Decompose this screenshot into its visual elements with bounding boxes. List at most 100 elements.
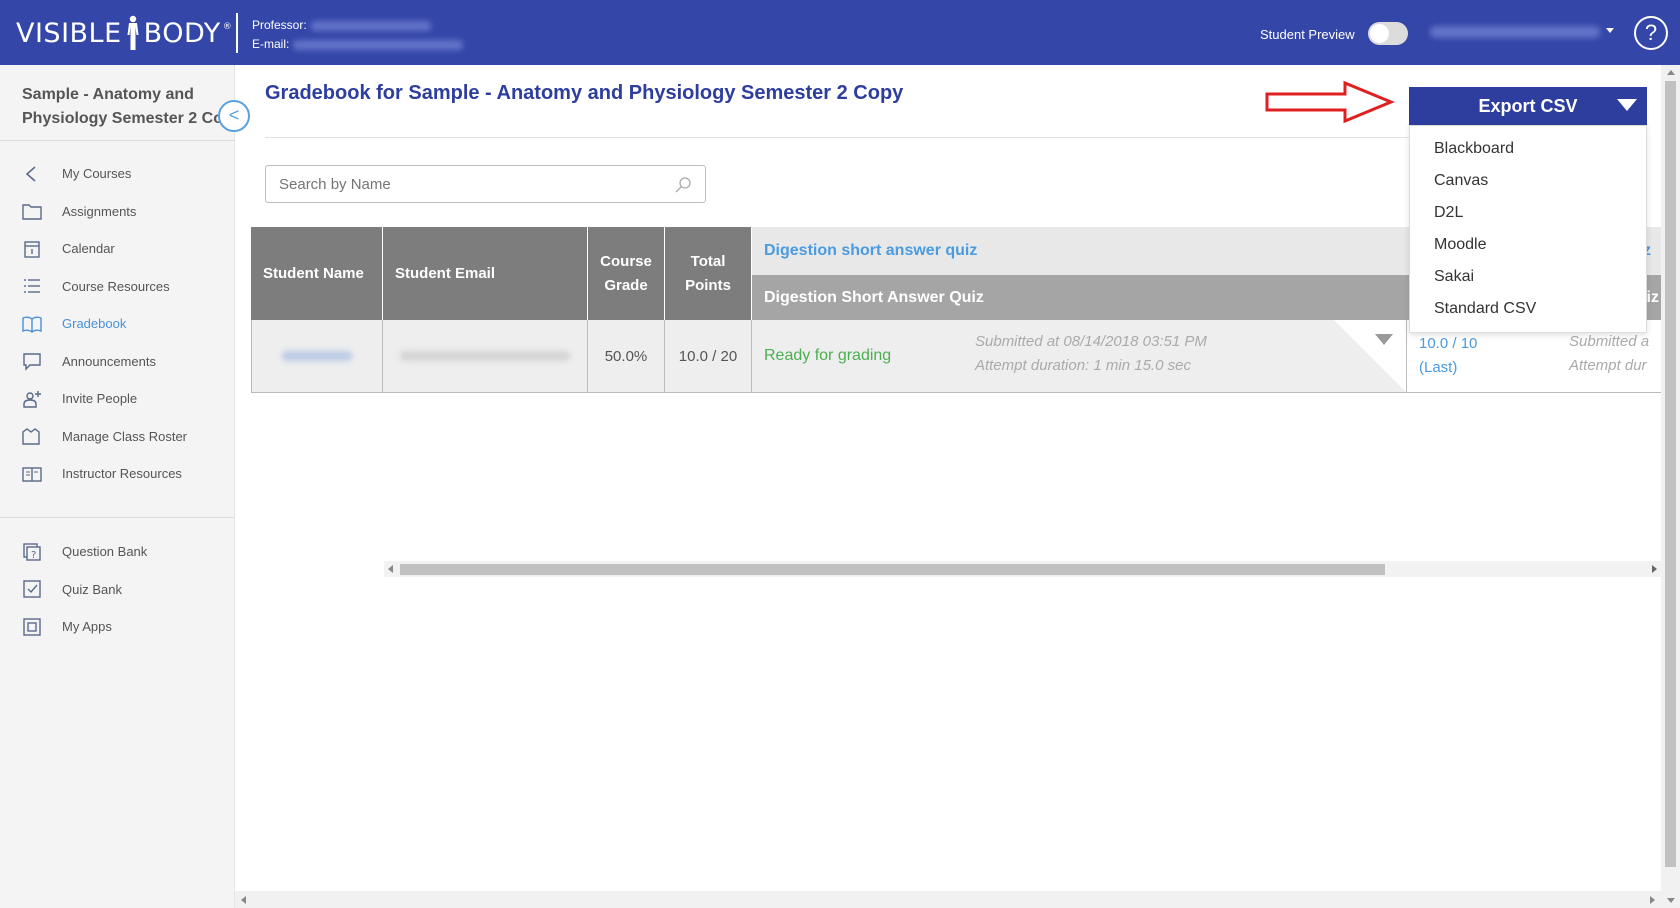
sidebar-item-label: Invite People bbox=[62, 391, 138, 407]
page-scroll-right-arrow-icon[interactable] bbox=[1650, 896, 1655, 904]
course-title-line1: Sample - Anatomy and bbox=[22, 86, 194, 103]
professor-label: Professor: bbox=[252, 18, 307, 32]
cell-menu-caret-icon[interactable] bbox=[1375, 334, 1393, 345]
quiz1-score-cell[interactable]: Ready for grading Submitted at 08/14/201… bbox=[752, 320, 1407, 393]
page-scroll-thumb[interactable] bbox=[1665, 81, 1676, 867]
visible-body-logo[interactable]: VISIBLE BODY ® bbox=[16, 14, 232, 52]
svg-text:?: ? bbox=[31, 550, 36, 561]
scroll-right-arrow-icon[interactable] bbox=[1652, 565, 1657, 573]
sidebar-item-label: Gradebook bbox=[62, 316, 127, 332]
professor-info: Professor: E-mail: bbox=[252, 16, 464, 54]
export-csv-label: Export CSV bbox=[1478, 95, 1578, 116]
user-menu-caret-icon[interactable] bbox=[1606, 28, 1614, 33]
apps-icon bbox=[20, 617, 44, 637]
sidebar-item-my-courses[interactable]: My Courses bbox=[0, 155, 235, 193]
redacted-professor-email bbox=[293, 39, 464, 50]
toggle-knob bbox=[1370, 24, 1389, 43]
question-bank-icon: ? bbox=[20, 542, 44, 562]
sidebar-item-question-bank[interactable]: ? Question Bank bbox=[0, 533, 235, 571]
quiz2-submission-info: Submitted a Attempt dur bbox=[1569, 330, 1649, 378]
sidebar-item-label: Course Resources bbox=[62, 278, 170, 294]
submitted-at: Submitted at 08/14/2018 03:51 PM bbox=[975, 333, 1207, 350]
export-option-blackboard[interactable]: Blackboard bbox=[1410, 133, 1646, 165]
sidebar-item-label: My Courses bbox=[62, 166, 132, 182]
sidebar-item-invite-people[interactable]: Invite People bbox=[0, 380, 235, 418]
redacted-student-email bbox=[400, 351, 570, 361]
folder-icon bbox=[20, 201, 44, 221]
export-option-canvas[interactable]: Canvas bbox=[1410, 165, 1646, 197]
sidebar-item-assignments[interactable]: Assignments bbox=[0, 193, 235, 231]
scroll-thumb[interactable] bbox=[400, 564, 1385, 575]
student-name-cell[interactable] bbox=[251, 320, 383, 393]
total-points-cell: 10.0 / 20 bbox=[665, 320, 752, 393]
export-option-moodle[interactable]: Moodle bbox=[1410, 229, 1646, 261]
sidebar-item-instructor-resources[interactable]: Instructor Resources bbox=[0, 455, 235, 493]
quiz2-attempt-label: (Last) bbox=[1419, 359, 1458, 376]
collapse-sidebar-button[interactable]: < bbox=[218, 100, 250, 132]
header-divider bbox=[236, 13, 238, 53]
roster-icon bbox=[20, 426, 44, 446]
logo-text-left: VISIBLE bbox=[16, 17, 122, 49]
checkbox-icon bbox=[20, 579, 44, 599]
student-preview-label: Student Preview bbox=[1260, 27, 1355, 42]
export-csv-button[interactable]: Export CSV bbox=[1409, 87, 1647, 125]
title-divider bbox=[265, 137, 1415, 138]
top-bar: VISIBLE BODY ® Professor: E-mail: Studen… bbox=[0, 0, 1680, 65]
scroll-left-arrow-icon[interactable] bbox=[388, 565, 393, 573]
page-scroll-left-arrow-icon[interactable] bbox=[241, 896, 246, 904]
quiz2-score-value: 10.0 / 10 bbox=[1419, 335, 1478, 352]
page-vertical-scrollbar[interactable] bbox=[1661, 65, 1680, 908]
quiz-group-link[interactable]: Digestion short answer quiz bbox=[752, 227, 1407, 275]
chevron-down-icon bbox=[1617, 99, 1637, 111]
header-student-email[interactable]: Student Email bbox=[383, 227, 588, 320]
add-person-icon bbox=[20, 389, 44, 409]
quiz-name-header: Digestion Short Answer Quiz bbox=[752, 275, 1407, 320]
export-option-standard-csv[interactable]: Standard CSV bbox=[1410, 293, 1646, 325]
page-horizontal-scrollbar[interactable] bbox=[235, 891, 1661, 908]
logo-text-right: BODY bbox=[143, 17, 221, 49]
attempt-duration: Attempt duration: 1 min 15.0 sec bbox=[975, 357, 1191, 374]
submission-info: Submitted at 08/14/2018 03:51 PM Attempt… bbox=[975, 330, 1207, 378]
cell-corner-fold bbox=[1334, 320, 1406, 392]
help-icon[interactable]: ? bbox=[1634, 16, 1668, 50]
sidebar-item-announcements[interactable]: Announcements bbox=[0, 343, 235, 381]
search-box[interactable] bbox=[265, 165, 706, 203]
red-arrow-annotation bbox=[1265, 80, 1395, 124]
header-course-grade[interactable]: Course Grade bbox=[588, 227, 665, 320]
header-total-points[interactable]: Total Points bbox=[665, 227, 752, 320]
export-csv-menu: Blackboard Canvas D2L Moodle Sakai Stand… bbox=[1409, 125, 1647, 333]
sidebar-item-manage-class-roster[interactable]: Manage Class Roster bbox=[0, 418, 235, 456]
sidebar-item-label: Manage Class Roster bbox=[62, 428, 187, 444]
search-input[interactable] bbox=[279, 175, 639, 193]
ready-for-grading-status[interactable]: Ready for grading bbox=[764, 347, 891, 365]
sidebar-item-label: Instructor Resources bbox=[62, 466, 182, 482]
header-student-name[interactable]: Student Name bbox=[251, 227, 383, 320]
student-preview-toggle[interactable] bbox=[1368, 22, 1408, 45]
sidebar-divider bbox=[0, 140, 235, 141]
sidebar-divider bbox=[0, 517, 235, 518]
sidebar-item-calendar[interactable]: Calendar bbox=[0, 230, 235, 268]
scroll-down-arrow-icon[interactable] bbox=[1667, 898, 1675, 903]
redacted-student-name bbox=[282, 351, 352, 361]
sidebar-item-gradebook[interactable]: Gradebook bbox=[0, 305, 235, 343]
scroll-up-arrow-icon[interactable] bbox=[1667, 70, 1675, 75]
redacted-user-menu[interactable] bbox=[1430, 26, 1600, 38]
export-option-sakai[interactable]: Sakai bbox=[1410, 261, 1646, 293]
body-figure-icon bbox=[127, 15, 139, 50]
list-icon bbox=[20, 276, 44, 296]
search-icon[interactable] bbox=[673, 175, 693, 195]
sidebar: Sample - Anatomy and Physiology Semester… bbox=[0, 65, 235, 908]
registered-mark: ® bbox=[222, 22, 233, 32]
total-points-line2: Points bbox=[685, 276, 731, 294]
sidebar-item-label: Quiz Bank bbox=[62, 581, 122, 597]
sidebar-item-quiz-bank[interactable]: Quiz Bank bbox=[0, 571, 235, 609]
sidebar-item-label: Announcements bbox=[62, 353, 156, 369]
quiz2-score[interactable]: 10.0 / 10 (Last) bbox=[1419, 332, 1477, 380]
student-email-cell bbox=[383, 320, 588, 393]
sidebar-item-course-resources[interactable]: Course Resources bbox=[0, 268, 235, 306]
sidebar-item-my-apps[interactable]: My Apps bbox=[0, 608, 235, 646]
table-horizontal-scrollbar[interactable] bbox=[384, 561, 1661, 577]
sidebar-item-label: Calendar bbox=[62, 241, 115, 257]
course-grade-cell: 50.0% bbox=[588, 320, 665, 393]
export-option-d2l[interactable]: D2L bbox=[1410, 197, 1646, 229]
